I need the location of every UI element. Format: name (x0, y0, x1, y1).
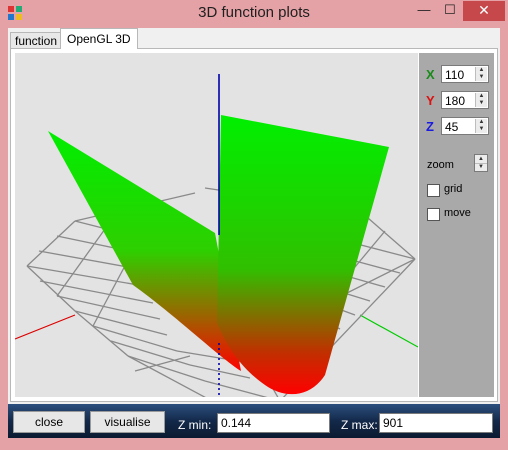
y-axis-label: Y (426, 93, 435, 108)
y-spinner[interactable]: ▲ ▼ (475, 93, 487, 107)
grid-checkbox-label: grid (444, 183, 463, 195)
x-rotation-input[interactable]: 110 ▲ ▼ (441, 65, 489, 83)
zmin-label: Z min: (178, 418, 212, 432)
z-spinner[interactable]: ▲ ▼ (475, 119, 487, 133)
y-rotation-value: 180 (445, 94, 466, 108)
z-rotation-input[interactable]: 45 ▲ ▼ (441, 117, 489, 135)
y-rotation-input[interactable]: 180 ▲ ▼ (441, 91, 489, 109)
tab-function[interactable]: function (10, 32, 63, 49)
z-axis-label: Z (426, 119, 434, 134)
zmax-input[interactable]: 901 (379, 413, 493, 433)
close-button[interactable]: close (13, 411, 85, 433)
plot-canvas[interactable] (15, 53, 418, 397)
x-spin-down-icon[interactable]: ▼ (476, 74, 487, 81)
z-spin-down-icon[interactable]: ▼ (476, 126, 487, 133)
client-area: function OpenGL 3D X 110 ▲ ▼ Y 180 ▲ ▼ Z… (8, 28, 500, 404)
maximize-button[interactable]: ☐ (437, 1, 463, 21)
x-rotation-value: 110 (445, 68, 465, 82)
move-checkbox[interactable] (427, 208, 440, 221)
move-checkbox-label: move (444, 207, 471, 219)
grid-checkbox[interactable] (427, 184, 440, 197)
zoom-spinner[interactable]: ▲ ▼ (474, 154, 488, 172)
zmax-label: Z max: (341, 418, 378, 432)
close-window-button[interactable]: ✕ (463, 1, 505, 21)
x-axis-label: X (426, 67, 435, 82)
zmin-input[interactable]: 0.144 (217, 413, 330, 433)
axis-x-line (359, 314, 418, 348)
app-window: 3D function plots — ☐ ✕ function OpenGL … (0, 0, 508, 450)
x-spinner[interactable]: ▲ ▼ (475, 67, 487, 81)
title-bar: 3D function plots — ☐ ✕ (0, 0, 508, 28)
rotation-panel: X 110 ▲ ▼ Y 180 ▲ ▼ Z 45 ▲ ▼ zoom ▲ ▼ gr… (419, 53, 494, 397)
surface-left-sheet (48, 131, 241, 371)
zmax-value: 901 (383, 416, 404, 430)
z-rotation-value: 45 (445, 120, 459, 134)
y-spin-down-icon[interactable]: ▼ (476, 100, 487, 107)
zoom-out-icon[interactable]: ▼ (475, 163, 487, 171)
tab-opengl-3d[interactable]: OpenGL 3D (60, 28, 138, 49)
visualise-button[interactable]: visualise (90, 411, 165, 433)
minimize-button[interactable]: — (411, 1, 437, 21)
surface-right-sheet (217, 115, 389, 395)
zoom-label: zoom (427, 159, 454, 171)
footer-toolbar: close visualise Z min: 0.144 Z max: 901 (8, 404, 500, 438)
opengl-viewport[interactable] (15, 53, 418, 397)
zmin-value: 0.144 (221, 416, 252, 430)
axis-y-line (15, 314, 76, 340)
tab-page-opengl: X 110 ▲ ▼ Y 180 ▲ ▼ Z 45 ▲ ▼ zoom ▲ ▼ gr… (10, 48, 498, 402)
